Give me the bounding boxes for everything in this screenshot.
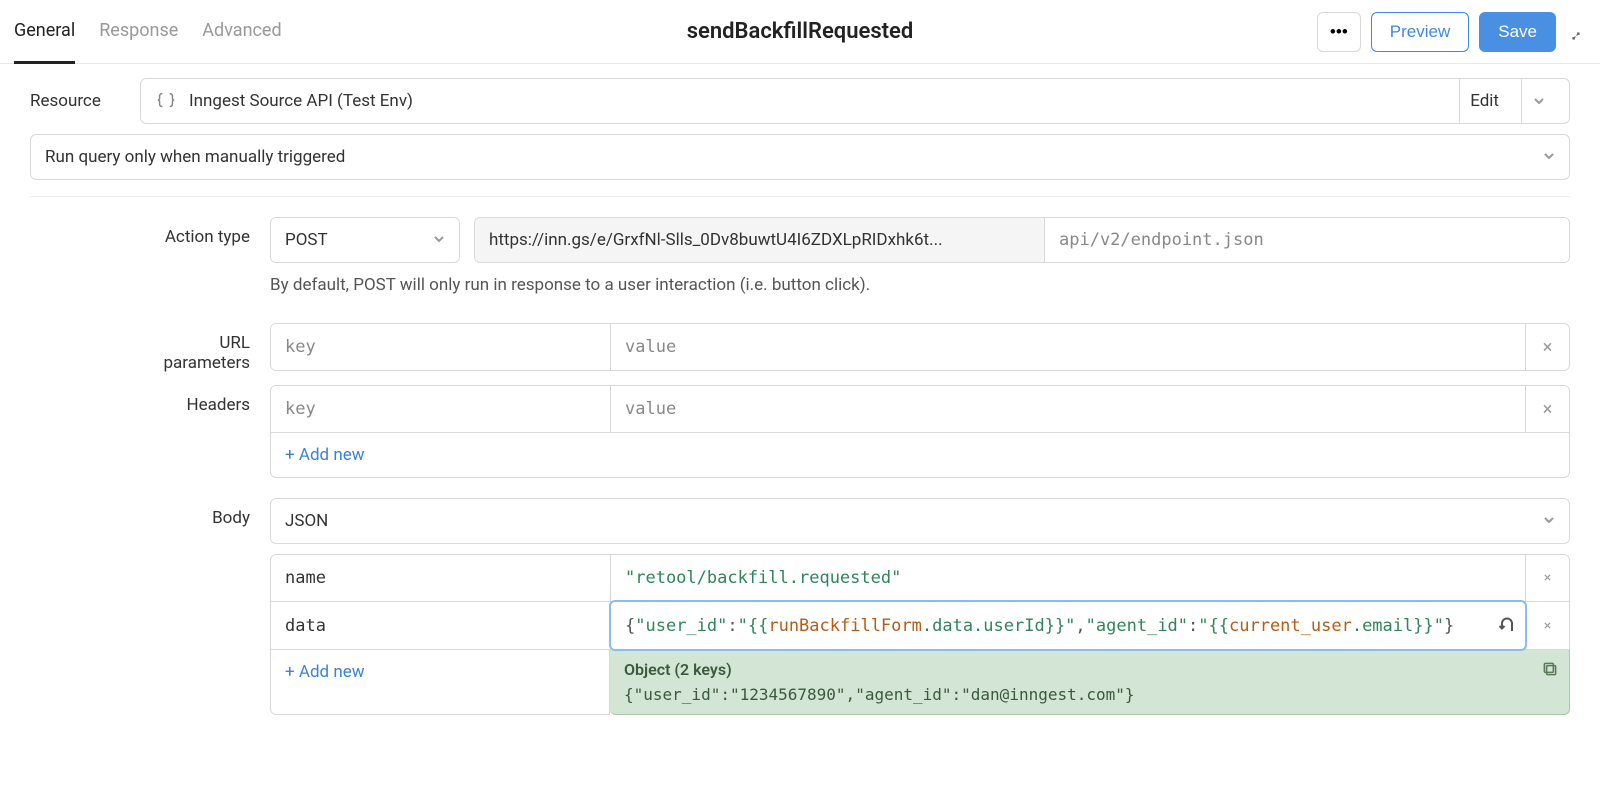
add-body-row-button[interactable]: + Add new: [270, 650, 610, 715]
eval-json: {"user_id":"1234567890","agent_id":"dan@…: [624, 685, 1555, 704]
remove-row-button[interactable]: ×: [1525, 602, 1569, 649]
resource-type-icon: [155, 90, 177, 112]
url-params-label: URL parameters: [140, 323, 270, 373]
remove-row-button[interactable]: ×: [1525, 555, 1569, 601]
body-value-input[interactable]: "retool/backfill.requested": [611, 555, 1525, 601]
chevron-down-icon[interactable]: [1521, 79, 1555, 123]
body-key-input[interactable]: name: [271, 555, 611, 601]
ellipsis-icon: •••: [1330, 22, 1348, 42]
url-path-input[interactable]: [1045, 218, 1569, 262]
header-value-input[interactable]: [611, 386, 1525, 432]
remove-row-button[interactable]: ×: [1525, 324, 1569, 370]
close-icon: ×: [1544, 570, 1551, 586]
tabs: General Response Advanced: [14, 0, 282, 64]
preview-button[interactable]: Preview: [1371, 12, 1469, 52]
close-icon: ×: [1543, 399, 1553, 420]
body-row-name: name "retool/backfill.requested" ×: [270, 554, 1570, 602]
resource-edit-button[interactable]: Edit: [1459, 79, 1509, 123]
body-row-data: data { "user_id": "{{runBackfillForm.dat…: [270, 602, 1570, 650]
method-value: POST: [285, 230, 425, 250]
chevron-down-icon: [1543, 147, 1555, 167]
resource-label: Resource: [30, 91, 140, 111]
trigger-value: Run query only when manually triggered: [45, 147, 1543, 167]
header-key-input[interactable]: [271, 386, 610, 432]
action-type-label: Action type: [140, 217, 270, 247]
remove-row-button[interactable]: ×: [1525, 386, 1569, 432]
action-helper-text: By default, POST will only run in respon…: [270, 275, 1570, 295]
chevron-down-icon: [433, 230, 445, 250]
add-header-button[interactable]: + Add new: [270, 433, 1570, 478]
resource-select[interactable]: Inngest Source API (Test Env) Edit: [140, 78, 1570, 124]
query-title: sendBackfillRequested: [687, 19, 914, 44]
revert-icon[interactable]: [1497, 616, 1517, 636]
url-group: https://inn.gs/e/GrxfNl-Slls_0Dv8buwtU4I…: [474, 217, 1570, 263]
tab-response[interactable]: Response: [99, 0, 178, 64]
url-param-key-input[interactable]: [271, 324, 610, 370]
copy-icon[interactable]: [1541, 660, 1559, 678]
body-type-value: JSON: [285, 511, 1535, 531]
method-select[interactable]: POST: [270, 217, 460, 263]
body-type-select[interactable]: JSON: [270, 498, 1570, 544]
chevron-down-icon: [1543, 511, 1555, 531]
resource-name: Inngest Source API (Test Env): [189, 91, 1447, 111]
eval-head: Object (2 keys): [624, 660, 1555, 679]
url-base: https://inn.gs/e/GrxfNl-Slls_0Dv8buwtU4I…: [475, 218, 1045, 262]
tab-advanced[interactable]: Advanced: [202, 0, 281, 64]
tab-general[interactable]: General: [14, 0, 75, 64]
topbar: General Response Advanced sendBackfillRe…: [0, 0, 1600, 64]
close-icon: ×: [1544, 618, 1551, 634]
header-row: ×: [270, 385, 1570, 433]
topbar-actions: ••• Preview Save: [1317, 12, 1586, 52]
url-param-value-input[interactable]: [611, 324, 1525, 370]
save-button[interactable]: Save: [1479, 12, 1556, 52]
eval-preview: Object (2 keys) {"user_id":"1234567890",…: [610, 650, 1570, 715]
expand-icon[interactable]: [1566, 22, 1586, 42]
body-value-input[interactable]: { "user_id": "{{runBackfillForm.data.use…: [611, 602, 1525, 649]
close-icon: ×: [1543, 337, 1553, 358]
body-label: Body: [140, 498, 270, 528]
url-param-row: ×: [270, 323, 1570, 371]
body-key-input[interactable]: data: [271, 602, 611, 649]
more-button[interactable]: •••: [1317, 12, 1361, 52]
trigger-select[interactable]: Run query only when manually triggered: [30, 134, 1570, 180]
headers-label: Headers: [140, 385, 270, 415]
